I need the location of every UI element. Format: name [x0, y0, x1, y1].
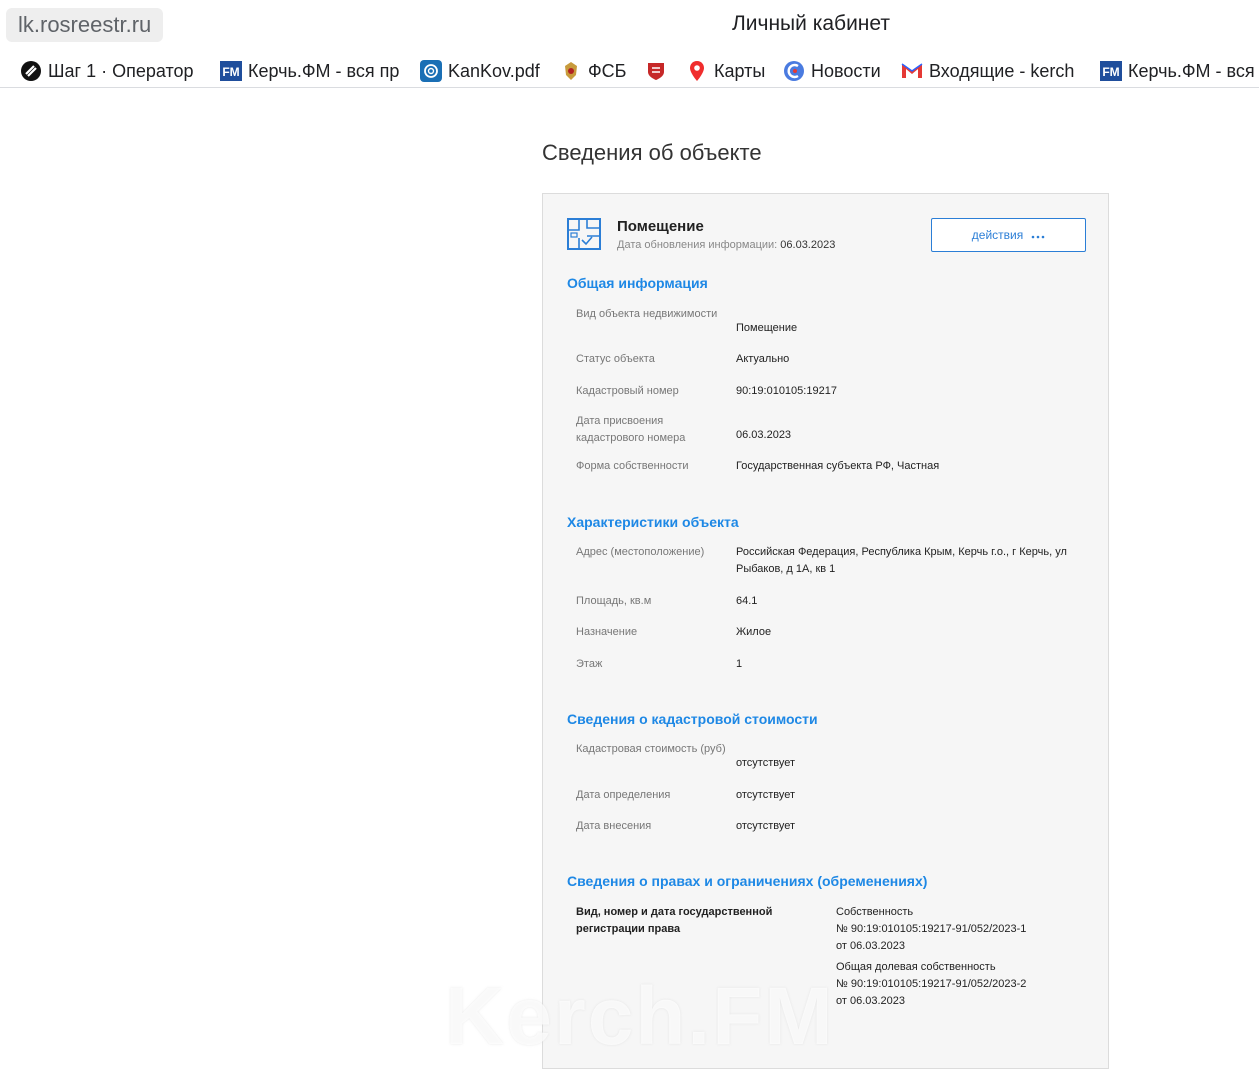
crimea-emblem-icon [645, 60, 667, 82]
bookmark-kerch-fm-2[interactable]: FM Керчь.ФМ - вся [1100, 55, 1259, 87]
page-title: Сведения об объекте [542, 140, 762, 165]
bookmark-label: Керчь.ФМ - вся [1128, 60, 1255, 81]
actions-button[interactable]: действия [931, 218, 1086, 252]
update-date-label: Дата обновления информации: [617, 239, 778, 251]
right-date: от 06.03.2023 [836, 995, 906, 1007]
object-card: Помещение Дата обновления информации: 06… [542, 193, 1109, 1069]
row-value: Помещение [736, 322, 798, 334]
update-date: Дата обновления информации: 06.03.2023 [617, 239, 835, 251]
section-general-title: Общая информация [567, 275, 708, 291]
address-value: Российская Федерация, Республика Крым, К… [736, 546, 1067, 575]
row-label: Этаж [576, 658, 603, 670]
svg-text:FM: FM [222, 65, 239, 79]
bookmarks-bar: Шаг 1 · Оператор FM Керчь.ФМ - вся пр Ka… [0, 55, 1259, 87]
bookmark-label: Входящие - kerch [929, 60, 1075, 81]
row-value: 06.03.2023 [736, 429, 792, 441]
right-entry: Общая долевая собственность № 90:19:0101… [836, 959, 1096, 1010]
row-value: Жилое [736, 626, 772, 638]
bookmark-news[interactable]: Новости [783, 55, 887, 87]
right-entry: Собственность № 90:19:010105:19217-91/05… [836, 904, 1096, 955]
cadastral-number: 90:19:010105:19217 [736, 385, 837, 397]
row-value: отсутствует [736, 757, 796, 769]
row-label: Адрес (местоположение) [576, 546, 705, 558]
svg-text:FM: FM [1102, 65, 1119, 79]
right-number: № 90:19:010105:19217-91/052/2023-2 [836, 978, 1027, 990]
row-label: Форма собственности [576, 460, 689, 472]
openai-logo-icon [420, 60, 442, 82]
row-label: Площадь, кв.м [576, 595, 652, 607]
right-date: от 06.03.2023 [836, 940, 906, 952]
bookmark-kankov-pdf[interactable]: KanKov.pdf [420, 55, 545, 87]
section-cadastral-value-title: Сведения о кадастровой стоимости [567, 711, 818, 727]
bookmark-fsb[interactable]: ФСБ [560, 55, 630, 87]
map-pin-icon [686, 60, 708, 82]
row-label: Дата определения [576, 789, 671, 801]
address-bar[interactable]: lk.rosreestr.ru [6, 8, 164, 42]
row-value: 1 [736, 658, 743, 670]
row-label: Кадастровая стоимость (руб) [576, 743, 726, 755]
section-characteristics-title: Характеристики объекта [567, 514, 739, 530]
row-value: Государственная субъекта РФ, Частная [736, 460, 940, 472]
row-label: Статус объекта [576, 353, 655, 365]
row-value: Актуально [736, 353, 790, 365]
section-rights-title: Сведения о правах и ограничениях (обреме… [567, 873, 928, 889]
update-date-value: 06.03.2023 [780, 239, 836, 251]
mail-icon [901, 60, 923, 82]
bookmark-label: Керчь.ФМ - вся пр [248, 60, 400, 81]
row-value: отсутствует [736, 820, 796, 832]
right-kind: Собственность [836, 906, 914, 918]
bookmark-inbox[interactable]: Входящие - kerch [901, 55, 1085, 87]
bookmark-label: Шаг 1 · Оператор [48, 60, 194, 81]
bookmark-maps[interactable]: Карты [686, 55, 768, 87]
rights-label: Вид, номер и дата государственной регист… [576, 906, 773, 935]
row-label: Назначение [576, 626, 638, 638]
row-value: 64.1 [736, 595, 758, 607]
right-kind: Общая долевая собственность [836, 961, 996, 973]
row-label: Вид объекта недвижимости [576, 308, 718, 320]
bookmark-kerch-fm[interactable]: FM Керчь.ФМ - вся пр [220, 55, 402, 87]
news-icon [783, 60, 805, 82]
fsb-emblem-icon [560, 60, 582, 82]
floorplan-icon [567, 218, 601, 250]
right-number: № 90:19:010105:19217-91/052/2023-1 [836, 923, 1027, 935]
more-dots-icon [1031, 228, 1045, 242]
actions-button-label: действия [971, 228, 1024, 242]
bookmark-step1[interactable]: Шаг 1 · Оператор [20, 55, 198, 87]
bookmark-crimea[interactable] [645, 55, 671, 87]
fm-logo-icon: FM [1100, 60, 1122, 82]
chrome-divider [0, 87, 1259, 88]
window-title: Личный кабинет [732, 12, 890, 35]
bookmark-label: ФСБ [588, 60, 627, 81]
bookmark-label: KanKov.pdf [448, 60, 540, 81]
row-value: отсутствует [736, 789, 796, 801]
fm-logo-icon: FM [220, 60, 242, 82]
row-label: Дата присвоения кадастрового номера [576, 415, 686, 444]
bookmark-label: Новости [811, 60, 881, 81]
bookmark-label: Карты [714, 60, 766, 81]
row-label: Кадастровый номер [576, 385, 679, 397]
row-label: Дата внесения [576, 820, 652, 832]
browser-chrome: lk.rosreestr.ru Личный кабинет Шаг 1 · О… [0, 0, 1259, 88]
object-type: Помещение [617, 218, 704, 235]
step-logo-icon [20, 60, 42, 82]
